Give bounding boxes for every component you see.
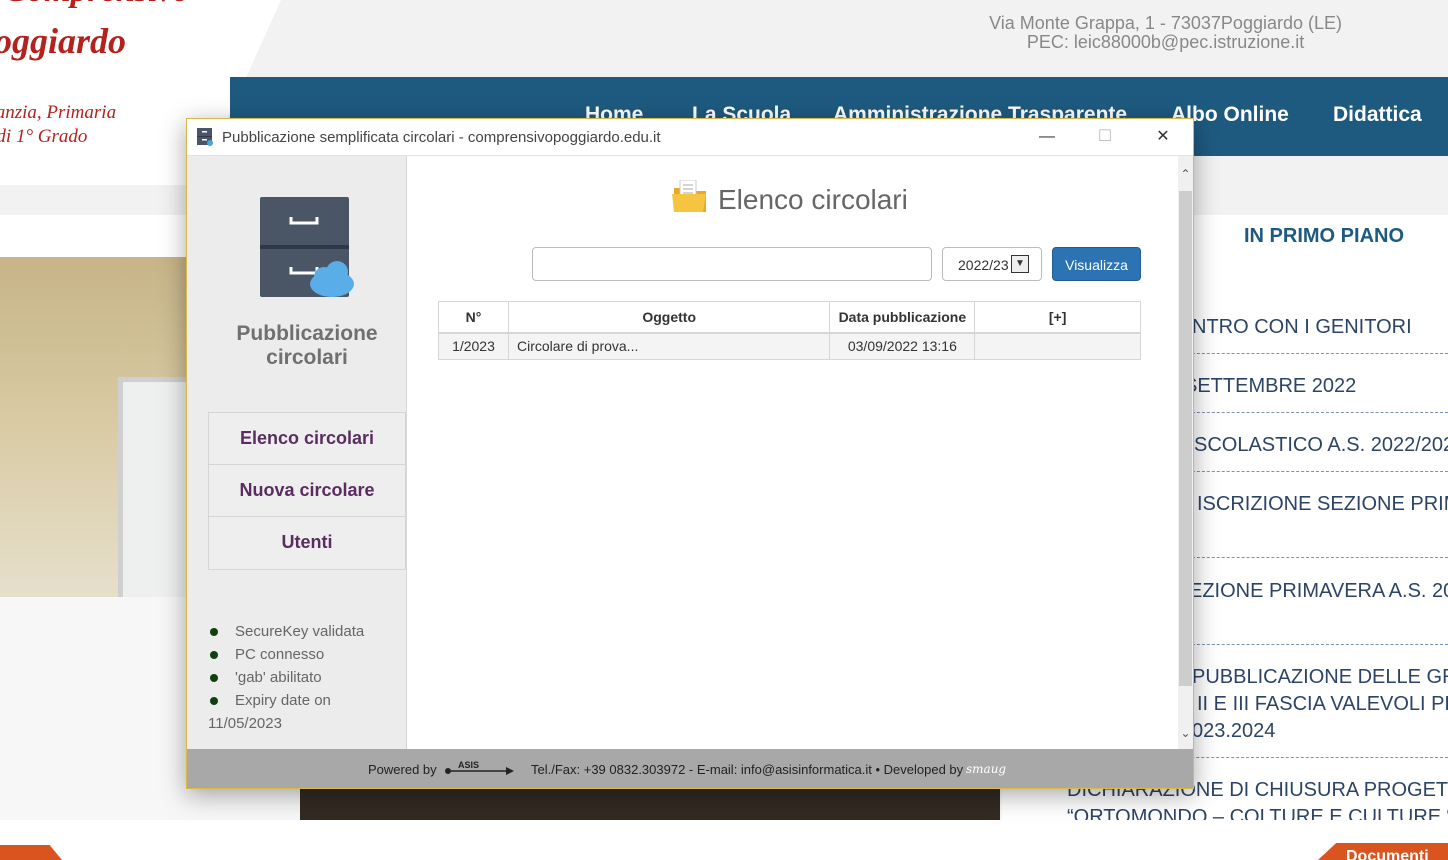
chevron-down-icon: ▼	[1011, 255, 1029, 273]
developer-logo[interactable]: smaug	[966, 762, 1006, 776]
status-dot-icon	[210, 674, 218, 682]
powered-by-label: Powered by	[368, 762, 437, 777]
menu-elenco-circolari[interactable]: Elenco circolari	[209, 413, 405, 465]
window-titlebar[interactable]: Pubblicazione semplificata circolari - c…	[187, 119, 1193, 156]
primo-piano-title: IN PRIMO PIANO	[1244, 225, 1405, 247]
scroll-down-icon[interactable]: ⌄	[1178, 726, 1193, 744]
cell-number: 1/2023	[438, 332, 509, 360]
news-separator	[1187, 412, 1448, 413]
news-separator	[1187, 644, 1448, 645]
status-text: PC connesso	[235, 646, 325, 663]
status-dot-icon	[210, 651, 218, 659]
news-item[interactable]: PUBBLICAZIONE DELLE GRA	[1192, 666, 1448, 689]
window-footer: Powered by ASIS Tel./Fax: +39 0832.30397…	[187, 749, 1193, 788]
news-item[interactable]: SCOLASTICO A.S. 2022/2023	[1194, 434, 1448, 457]
news-item[interactable]: 023.2024	[1192, 720, 1275, 743]
column-header-data[interactable]: Data pubblicazione	[829, 301, 976, 334]
scrollbar-thumb[interactable]	[1179, 191, 1192, 686]
filing-cabinet-icon	[197, 128, 213, 146]
app-logo-text: Pubblicazione circolari	[187, 322, 427, 370]
cell-data: 03/09/2022 13:16	[829, 332, 976, 360]
news-separator	[1187, 557, 1448, 558]
app-logo-line-2: circolari	[266, 346, 348, 369]
close-button[interactable]: ✕	[1134, 119, 1192, 155]
news-item[interactable]: SETTEMBRE 2022	[1184, 375, 1356, 398]
minimize-button[interactable]: —	[1018, 119, 1076, 155]
logo-subtitle-2: aria di 1° Grado	[0, 126, 88, 147]
table-header-row: N° Oggetto Data pubblicazione [+]	[438, 301, 1141, 334]
nav-didattica[interactable]: Didattica	[1333, 103, 1422, 127]
page-title: Elenco circolari	[718, 184, 908, 215]
close-icon: ✕	[1156, 128, 1170, 145]
main-content: Elenco circolari 2022/23 ▼ Visualizza N°…	[418, 156, 1178, 749]
year-select-value: 2022/23	[958, 257, 1009, 273]
contact-info[interactable]: Tel./Fax: +39 0832.303972 - E-mail: info…	[531, 762, 963, 777]
status-dot-icon	[210, 697, 218, 705]
status-item: SecureKey validata	[208, 620, 364, 643]
cell-more[interactable]	[974, 332, 1141, 360]
scroll-up-icon[interactable]: ⌃	[1178, 167, 1193, 185]
app-logo-line-1: Pubblicazione	[236, 322, 378, 345]
status-dot-icon	[210, 628, 218, 636]
status-item: PC connesso	[208, 643, 364, 666]
circolari-window: Pubblicazione semplificata circolari - c…	[186, 118, 1194, 789]
news-item[interactable]: II E III FASCIA VALEVOLI PER	[1197, 693, 1448, 716]
pec-line[interactable]: PEC: leic88000b@pec.istruzione.it	[989, 33, 1342, 52]
year-select[interactable]: 2022/23 ▼	[942, 247, 1042, 281]
page-bottom	[0, 820, 1448, 860]
maximize-button[interactable]: ☐	[1076, 119, 1134, 155]
circolari-table: N° Oggetto Data pubblicazione [+] 1/2023…	[438, 301, 1141, 360]
news-item[interactable]: “ORTOMONDO – COLTURE E CULTURE “C	[1067, 806, 1448, 820]
school-address: Via Monte Grappa, 1 - 73037Poggiardo (LE…	[989, 14, 1342, 52]
logo-line-1: ito Comprensivo	[0, 0, 190, 10]
window-title: Pubblicazione semplificata circolari - c…	[222, 129, 661, 146]
menu-nuova-circolare[interactable]: Nuova circolare	[209, 465, 405, 517]
asis-logo[interactable]: ASIS	[444, 759, 516, 779]
news-separator	[1187, 353, 1448, 354]
logo-line-2: Poggiardo	[0, 21, 127, 61]
table-row[interactable]: 1/2023 Circolare di prova... 03/09/2022 …	[438, 332, 1141, 360]
news-item[interactable]: NTRO CON I GENITORI	[1192, 316, 1412, 339]
status-text: SecureKey validata	[235, 623, 365, 640]
filing-cabinet-cloud-icon	[260, 197, 354, 297]
logo-subtitle-1: ll'Infanzia, Primaria	[0, 102, 117, 123]
news-item[interactable]: ISCRIZIONE SEZIONE PRIMA	[1197, 493, 1448, 516]
news-item[interactable]: EZIONE PRIMAVERA A.S. 20	[1189, 580, 1448, 603]
floor-shape	[300, 787, 1000, 820]
vertical-scrollbar[interactable]: ⌃ ⌄	[1178, 156, 1193, 749]
maximize-icon: ☐	[1097, 128, 1113, 145]
documenti-tab[interactable]: Documenti	[1318, 843, 1448, 860]
status-list: SecureKey validata PC connesso 'gab' abi…	[208, 620, 364, 735]
visualizza-button[interactable]: Visualizza	[1052, 247, 1141, 281]
news-separator	[1187, 471, 1448, 472]
expiry-date: 11/05/2023	[208, 715, 282, 732]
column-header-oggetto[interactable]: Oggetto	[507, 301, 831, 334]
menu-utenti[interactable]: Utenti	[209, 517, 405, 569]
svg-text:ASIS: ASIS	[458, 760, 479, 770]
status-text: Expiry date on	[235, 692, 331, 709]
status-item: Expiry date on	[208, 689, 364, 712]
documenti-tab-label: Documenti	[1346, 848, 1429, 860]
column-header-number[interactable]: N°	[438, 301, 509, 334]
status-text: 'gab' abilitato	[235, 669, 322, 686]
search-input[interactable]	[532, 247, 932, 281]
minimize-icon: —	[1039, 128, 1055, 145]
column-header-more[interactable]: [+]	[974, 301, 1141, 334]
side-menu: Elenco circolari Nuova circolare Utenti	[208, 412, 406, 570]
status-item: 'gab' abilitato	[208, 666, 364, 689]
folder-document-icon	[672, 180, 706, 212]
left-pane: Pubblicazione circolari Elenco circolari…	[187, 156, 407, 749]
address-line: Via Monte Grappa, 1 - 73037Poggiardo (LE…	[989, 13, 1342, 33]
cell-oggetto[interactable]: Circolare di prova...	[507, 332, 831, 360]
